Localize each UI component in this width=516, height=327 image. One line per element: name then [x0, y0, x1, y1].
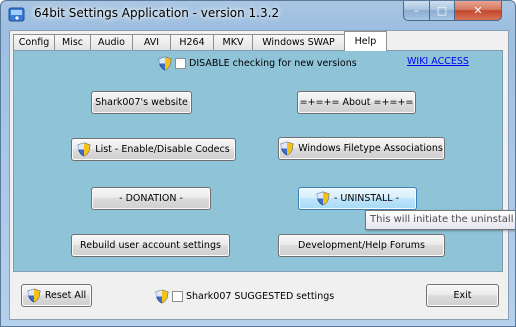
uac-shield-icon [77, 142, 91, 157]
website-button-label: Shark007's website [95, 97, 188, 108]
uac-shield-icon [280, 141, 294, 156]
codecs-button[interactable]: List - Enable/Disable Codecs [71, 138, 236, 161]
uninstall-button-label: - UNINSTALL - [333, 193, 400, 204]
disable-check-label: DISABLE checking for new versions [189, 58, 357, 69]
disable-check-checkbox[interactable] [175, 58, 186, 69]
uac-shield-icon [316, 191, 330, 206]
tab-h264[interactable]: H264 [170, 34, 214, 50]
app-icon [8, 7, 25, 22]
tab-mkv[interactable]: MKV [213, 34, 253, 50]
website-button[interactable]: Shark007's website [91, 91, 192, 114]
maximize-button[interactable]: □ [429, 1, 455, 21]
uninstall-button[interactable]: - UNINSTALL - [298, 187, 417, 210]
codecs-button-label: List - Enable/Disable Codecs [95, 144, 230, 155]
client-area: Config Misc Audio AVI H264 MKV Windows S… [9, 30, 509, 320]
about-button-label: =+=+= About =+=+= [299, 97, 414, 108]
tab-help[interactable]: Help [344, 31, 387, 51]
suggested-settings-check[interactable]: Shark007 SUGGESTED settings [155, 289, 334, 304]
minimize-button[interactable]: – [403, 1, 430, 21]
help-panel: DISABLE checking for new versions WIKI A… [13, 50, 503, 272]
app-window: 64bit Settings Application - version 1.3… [0, 0, 516, 327]
close-button[interactable]: ✕ [454, 1, 502, 21]
maximize-icon: □ [436, 4, 448, 17]
reset-all-label: Reset All [44, 290, 87, 301]
tab-misc[interactable]: Misc [54, 34, 91, 50]
uac-shield-icon [155, 289, 169, 304]
forums-button-label: Development/Help Forums [298, 240, 425, 251]
filetype-button[interactable]: Windows Filetype Associations [278, 137, 445, 160]
wiki-access-link[interactable]: WIKI ACCESS [407, 56, 469, 67]
donation-button[interactable]: - DONATION - [91, 187, 211, 210]
disable-version-check[interactable]: DISABLE checking for new versions [158, 56, 357, 71]
uac-shield-icon [27, 288, 41, 303]
filetype-button-label: Windows Filetype Associations [298, 143, 443, 154]
donation-button-label: - DONATION - [119, 193, 183, 204]
about-button[interactable]: =+=+= About =+=+= [297, 91, 416, 114]
forums-button[interactable]: Development/Help Forums [278, 234, 445, 257]
rebuild-button-label: Rebuild user account settings [80, 240, 221, 251]
minimize-icon: – [413, 4, 420, 17]
exit-button[interactable]: Exit [426, 284, 499, 307]
exit-label: Exit [453, 290, 472, 301]
tab-windows-swap[interactable]: Windows SWAP [252, 34, 345, 50]
tab-audio[interactable]: Audio [90, 34, 133, 50]
uninstall-tooltip: This will initiate the uninstall [365, 210, 515, 230]
close-icon: ✕ [473, 4, 483, 17]
window-title: 64bit Settings Application - version 1.3… [34, 6, 280, 20]
tab-avi[interactable]: AVI [132, 34, 171, 50]
suggested-checkbox[interactable] [172, 291, 183, 302]
uac-shield-icon [158, 56, 172, 71]
suggested-label: Shark007 SUGGESTED settings [186, 291, 335, 302]
reset-all-button[interactable]: Reset All [21, 284, 92, 307]
rebuild-button[interactable]: Rebuild user account settings [71, 234, 230, 257]
title-bar[interactable]: 64bit Settings Application - version 1.3… [1, 1, 515, 29]
tab-config[interactable]: Config [13, 34, 55, 50]
